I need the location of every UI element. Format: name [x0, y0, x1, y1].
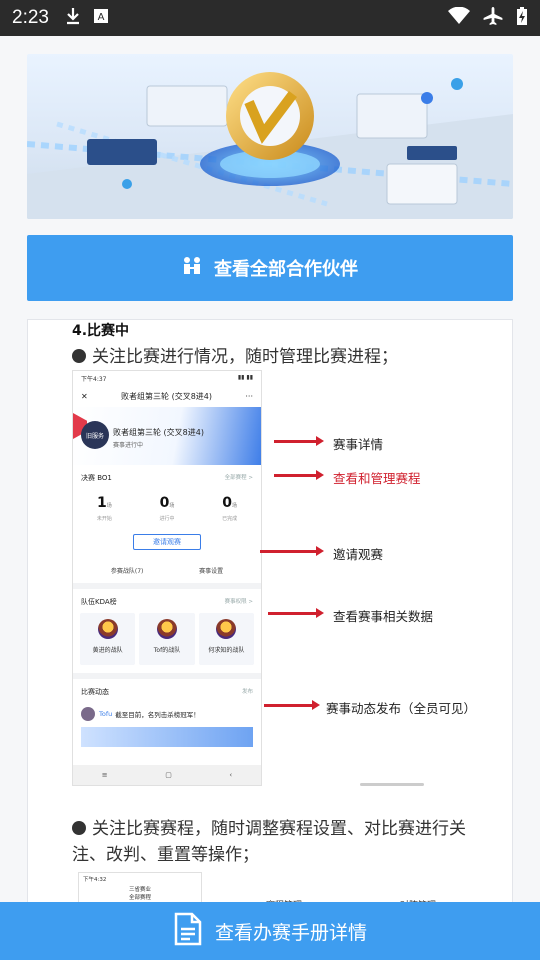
team-badge-icon [216, 619, 237, 639]
svg-text:A: A [98, 12, 105, 23]
airplane-mode-icon [482, 6, 504, 30]
kda-title: 队伍KDA榜 [81, 598, 117, 606]
phone-nav-title: 败者组第三轮 (交叉8进4) [121, 391, 213, 401]
phone-signal-icon: ▮▮ ▮▮ [237, 374, 253, 381]
divider [73, 583, 261, 589]
kda-cards: 黄进的战队 Tof的战队 何求知的战队 [73, 613, 261, 665]
avatar [81, 707, 95, 721]
annotation-invite: 邀请观赛 [333, 547, 384, 562]
status-time: 2:23 [12, 7, 49, 28]
phone-nav: ✕ 败者组第三轮 (交叉8进4) ··· [73, 385, 261, 407]
feed-image [81, 727, 253, 747]
match-label: 决赛 BO1 [81, 474, 112, 482]
annotation-arrow [268, 608, 324, 618]
download-icon [65, 7, 81, 29]
section-title: 4.比赛中 [72, 323, 130, 339]
bullet-dot-icon [72, 821, 86, 835]
annotation-feed: 赛事动态发布（全员可见） [326, 701, 477, 716]
divider [73, 673, 261, 679]
kda-card: 黄进的战队 [80, 613, 136, 665]
image-scroll-indicator [360, 783, 424, 786]
kda-header: 队伍KDA榜 赛事权限 > [73, 597, 261, 607]
match-tools: 参赛战队(7) 赛事设置 [73, 566, 261, 575]
stat-in-progress: 0场 进行中 [159, 495, 175, 522]
feed-title: 比赛动态 [81, 688, 109, 696]
annotation-manage-schedule: 查看和管理赛程 [333, 471, 421, 486]
battery-charging-icon [516, 6, 528, 30]
feed-text: 截至目前，名列击杀榜冠军！ [115, 711, 200, 719]
back-icon: ‹ [229, 771, 233, 779]
bullet-schedule: 关注比赛赛程，随时调整赛程设置、对比赛进行关注、改判、重置等操作； [72, 816, 472, 868]
hero-subtitle: 赛事进行中 [113, 442, 144, 449]
hero-banner [27, 54, 513, 219]
annotation-arrow [274, 436, 324, 446]
view-manual-button[interactable]: 查看办赛手册详情 [0, 902, 540, 960]
more-icon: ··· [245, 391, 253, 401]
phone-status-bar: 下午4:37 ▮▮ ▮▮ [73, 371, 261, 385]
phone-hero: 旧服务 败者组第三轮 (交叉8进4) 赛事进行中 [73, 407, 261, 465]
stat-completed: 0场 已完成 [222, 495, 238, 522]
phone2-status-time: 下午4:32 [83, 877, 107, 883]
home-icon: ▢ [165, 771, 172, 779]
match-row: 决赛 BO1 全部赛程 > [73, 473, 261, 483]
annotation-arrow [274, 470, 324, 480]
team-badge-icon [97, 619, 118, 639]
bullet-manage-progress: 关注比赛进行情况，随时管理比赛进程； [72, 344, 472, 370]
app-screenshot-match: 下午4:37 ▮▮ ▮▮ ✕ 败者组第三轮 (交叉8进4) ··· 旧服务 败者… [72, 370, 262, 786]
phone-status-time: 下午4:37 [81, 376, 107, 383]
phone-bottom-nav: ≡ ▢ ‹ [73, 765, 261, 785]
kda-more-link: 赛事权限 > [224, 599, 253, 605]
annotation-arrow [260, 546, 324, 556]
annotation-data: 查看赛事相关数据 [333, 609, 434, 624]
wifi-icon [448, 6, 470, 29]
phone2-title: 三省赛业 [128, 887, 151, 893]
feed-header: 比赛动态 发布 [73, 687, 261, 697]
view-manual-label: 查看办赛手册详情 [214, 921, 367, 944]
page: 查看全部合作伙伴 4.比赛中 关注比赛进行情况，随时管理比赛进程； 下午4:37… [0, 36, 540, 960]
feed-post-link: 发布 [241, 689, 253, 695]
document-icon [173, 912, 203, 951]
kda-card: Tof的战队 [139, 613, 195, 665]
status-bar: 2:23 A [0, 0, 540, 36]
team-badge-icon [156, 619, 177, 639]
match-stats: 1场 未开始 0场 进行中 0场 已完成 [73, 495, 261, 522]
team-logo: 旧服务 [81, 421, 109, 449]
partners-icon [182, 256, 202, 281]
menu-icon: ≡ [101, 771, 108, 779]
view-all-partners-label: 查看全部合作伙伴 [214, 259, 358, 280]
phone2-tab: 全部赛程 [128, 895, 151, 901]
bullet-text: 关注比赛赛程，随时调整赛程设置、对比赛进行关注、改判、重置等操作； [72, 819, 466, 865]
bullet-dot-icon [72, 349, 86, 363]
stat-not-started: 1场 未开始 [96, 495, 112, 522]
view-all-partners-button[interactable]: 查看全部合作伙伴 [27, 235, 513, 301]
bullet-text: 关注比赛进行情况，随时管理比赛进程； [92, 347, 398, 367]
app-notification-icon: A [93, 8, 109, 28]
teams-link: 参赛战队(7) [110, 568, 144, 575]
settings-link: 赛事设置 [199, 568, 224, 575]
hero-title: 败者组第三轮 (交叉8进4) [113, 428, 204, 437]
kda-card: 何求知的战队 [198, 613, 254, 665]
guide-document: 4.比赛中 关注比赛进行情况，随时管理比赛进程； 下午4:37 ▮▮ ▮▮ ✕ … [27, 319, 513, 939]
close-icon: ✕ [81, 391, 88, 401]
annotation-arrow [264, 700, 320, 710]
invite-spectators-button: 邀请观赛 [133, 534, 201, 550]
banner-illustration [27, 72, 513, 219]
feed-user: Tofu [99, 710, 113, 718]
feed-item: Tofu 截至目前，名列击杀榜冠军！ [73, 707, 261, 721]
all-schedule-link: 全部赛程 > [224, 475, 253, 481]
annotation-match-details: 赛事详情 [333, 437, 384, 452]
